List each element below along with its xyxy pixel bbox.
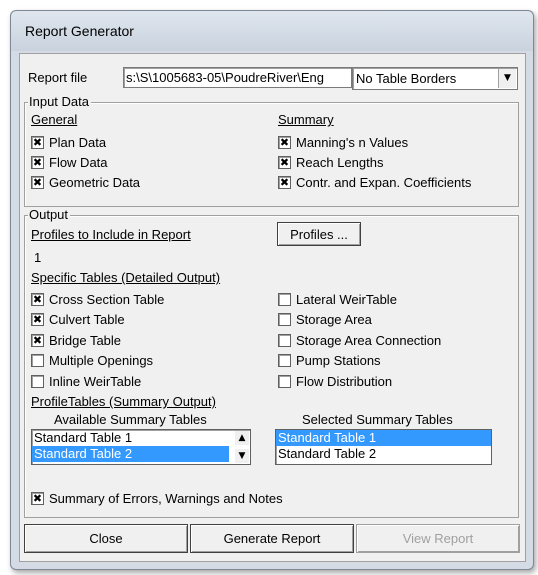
available-tables-listbox[interactable]: Standard Table 1 Standard Table 2 ▲ ▼ [31, 429, 251, 465]
available-tables-heading: Available Summary Tables [54, 412, 207, 427]
dialog-client-area: Report file s:\S\1005683-05\PoudreRiver\… [19, 53, 526, 562]
summary-heading: Summary [278, 112, 334, 127]
list-item[interactable]: Standard Table 2 [276, 446, 491, 462]
list-item[interactable]: Standard Table 1 [32, 430, 229, 446]
checkbox-label: Inline WeirTable [49, 373, 142, 389]
checkbox-label: Geometric Data [49, 174, 141, 190]
checkbox-box[interactable]: ✖ [31, 135, 44, 149]
checkbox-box[interactable] [278, 313, 291, 327]
checkbox-bridge-table[interactable]: ✖ Bridge Table [31, 330, 164, 351]
checkbox-box[interactable]: ✖ [31, 313, 44, 327]
checkbox-box[interactable]: ✖ [31, 333, 44, 347]
checkbox-label: Flow Distribution [296, 373, 393, 389]
checkbox-label: Summary of Errors, Warnings and Notes [49, 490, 283, 506]
checkbox-label: Contr. and Expan. Coefficients [296, 174, 472, 190]
general-heading: General [31, 112, 78, 127]
close-button-label: Close [89, 531, 123, 546]
report-file-input[interactable]: s:\S\1005683-05\PoudreRiver\Eng [123, 67, 352, 88]
checkbox-box[interactable]: ✖ [31, 491, 44, 505]
checkbox-label: Manning's n Values [296, 134, 409, 150]
view-report-button[interactable]: View Report [356, 524, 520, 553]
checkbox-culvert-table[interactable]: ✖ Culvert Table [31, 310, 164, 331]
checkbox-label: Storage Area Connection [296, 332, 442, 348]
checkbox-pump-stations[interactable]: Pump Stations [278, 351, 441, 372]
checkbox-box[interactable] [278, 374, 291, 388]
checkbox-box[interactable]: ✖ [278, 155, 291, 169]
checkbox-geometric-data[interactable]: ✖ Geometric Data [31, 172, 140, 192]
report-file-value: s:\S\1005683-05\PoudreRiver\Eng [126, 70, 325, 85]
checkbox-label: Cross Section Table [49, 291, 165, 307]
checkbox-flow-data[interactable]: ✖ Flow Data [31, 152, 140, 172]
checkbox-reach-lengths[interactable]: ✖ Reach Lengths [278, 152, 471, 172]
summary-checklist: ✖ Manning's n Values ✖ Reach Lengths ✖ C… [278, 132, 471, 192]
general-checklist: ✖ Plan Data ✖ Flow Data ✖ Geometric Data [31, 132, 140, 192]
profiles-heading: Profiles to Include in Report [31, 227, 191, 242]
profiles-button-label: Profiles ... [290, 226, 348, 242]
table-borders-dropdown[interactable]: No Table Borders ▼ [352, 67, 518, 90]
specific-tables-right: Lateral WeirTable Storage Area Storage A… [278, 289, 441, 392]
checkbox-label: Bridge Table [49, 332, 122, 348]
checkbox-box[interactable]: ✖ [31, 175, 44, 189]
specific-tables-left: ✖ Cross Section Table ✖ Culvert Table ✖ … [31, 289, 164, 392]
profile-tables-heading: ProfileTables (Summary Output) [31, 394, 216, 409]
checkbox-box[interactable] [278, 354, 291, 368]
checkbox-box[interactable] [278, 292, 291, 306]
checkbox-storage-area[interactable]: Storage Area [278, 310, 441, 331]
profiles-value: 1 [34, 250, 42, 265]
output-legend: Output [28, 207, 71, 222]
checkbox-inline-weir-table[interactable]: Inline WeirTable [31, 371, 164, 392]
checkbox-label: Reach Lengths [296, 154, 384, 170]
chevron-down-icon[interactable]: ▼ [498, 69, 516, 88]
checkbox-storage-area-connection[interactable]: Storage Area Connection [278, 330, 441, 351]
window-title: Report Generator [25, 23, 134, 39]
checkbox-plan-data[interactable]: ✖ Plan Data [31, 132, 140, 152]
checkbox-summary-errors[interactable]: ✖ Summary of Errors, Warnings and Notes [31, 488, 283, 508]
checkbox-label: Plan Data [49, 134, 107, 150]
title-bar[interactable]: Report Generator [11, 11, 533, 51]
checkbox-multiple-openings[interactable]: Multiple Openings [31, 351, 164, 372]
checkbox-label: Storage Area [296, 312, 372, 328]
list-item-selected[interactable]: Standard Table 2 [32, 446, 229, 462]
selected-tables-heading: Selected Summary Tables [302, 412, 453, 427]
checkbox-box[interactable] [278, 333, 291, 347]
checkbox-label: Multiple Openings [49, 353, 154, 369]
checkbox-label: Flow Data [49, 154, 108, 170]
checkbox-label: Pump Stations [296, 353, 381, 369]
view-report-button-label: View Report [402, 531, 474, 546]
scroll-down-icon[interactable]: ▼ [235, 449, 249, 463]
checkbox-box[interactable]: ✖ [278, 135, 291, 149]
checkbox-box[interactable]: ✖ [31, 155, 44, 169]
list-item-selected[interactable]: Standard Table 1 [276, 430, 491, 446]
specific-tables-heading: Specific Tables (Detailed Output) [31, 270, 221, 285]
checkbox-mannings-n[interactable]: ✖ Manning's n Values [278, 132, 471, 152]
input-data-legend: Input Data [28, 94, 91, 109]
scroll-up-icon[interactable]: ▲ [235, 431, 249, 445]
checkbox-label: Culvert Table [49, 312, 125, 328]
checkbox-cross-section-table[interactable]: ✖ Cross Section Table [31, 289, 164, 310]
checkbox-box[interactable] [31, 354, 44, 368]
report-file-label: Report file [28, 70, 88, 85]
table-borders-value: No Table Borders [356, 71, 457, 86]
checkbox-box[interactable] [31, 374, 44, 388]
profiles-button[interactable]: Profiles ... [277, 222, 361, 246]
checkbox-flow-distribution[interactable]: Flow Distribution [278, 371, 441, 392]
checkbox-box[interactable]: ✖ [31, 292, 44, 306]
checkbox-contr-expan[interactable]: ✖ Contr. and Expan. Coefficients [278, 172, 471, 192]
checkbox-label: Lateral WeirTable [296, 291, 397, 307]
checkbox-lateral-weir-table[interactable]: Lateral WeirTable [278, 289, 441, 310]
generate-report-button[interactable]: Generate Report [190, 524, 354, 553]
generate-report-button-label: Generate Report [223, 531, 321, 546]
checkbox-box[interactable]: ✖ [278, 175, 291, 189]
report-generator-window: Report Generator Report file s:\S\100568… [10, 10, 534, 570]
selected-tables-listbox[interactable]: Standard Table 1 Standard Table 2 [275, 429, 492, 465]
close-button[interactable]: Close [24, 524, 188, 553]
